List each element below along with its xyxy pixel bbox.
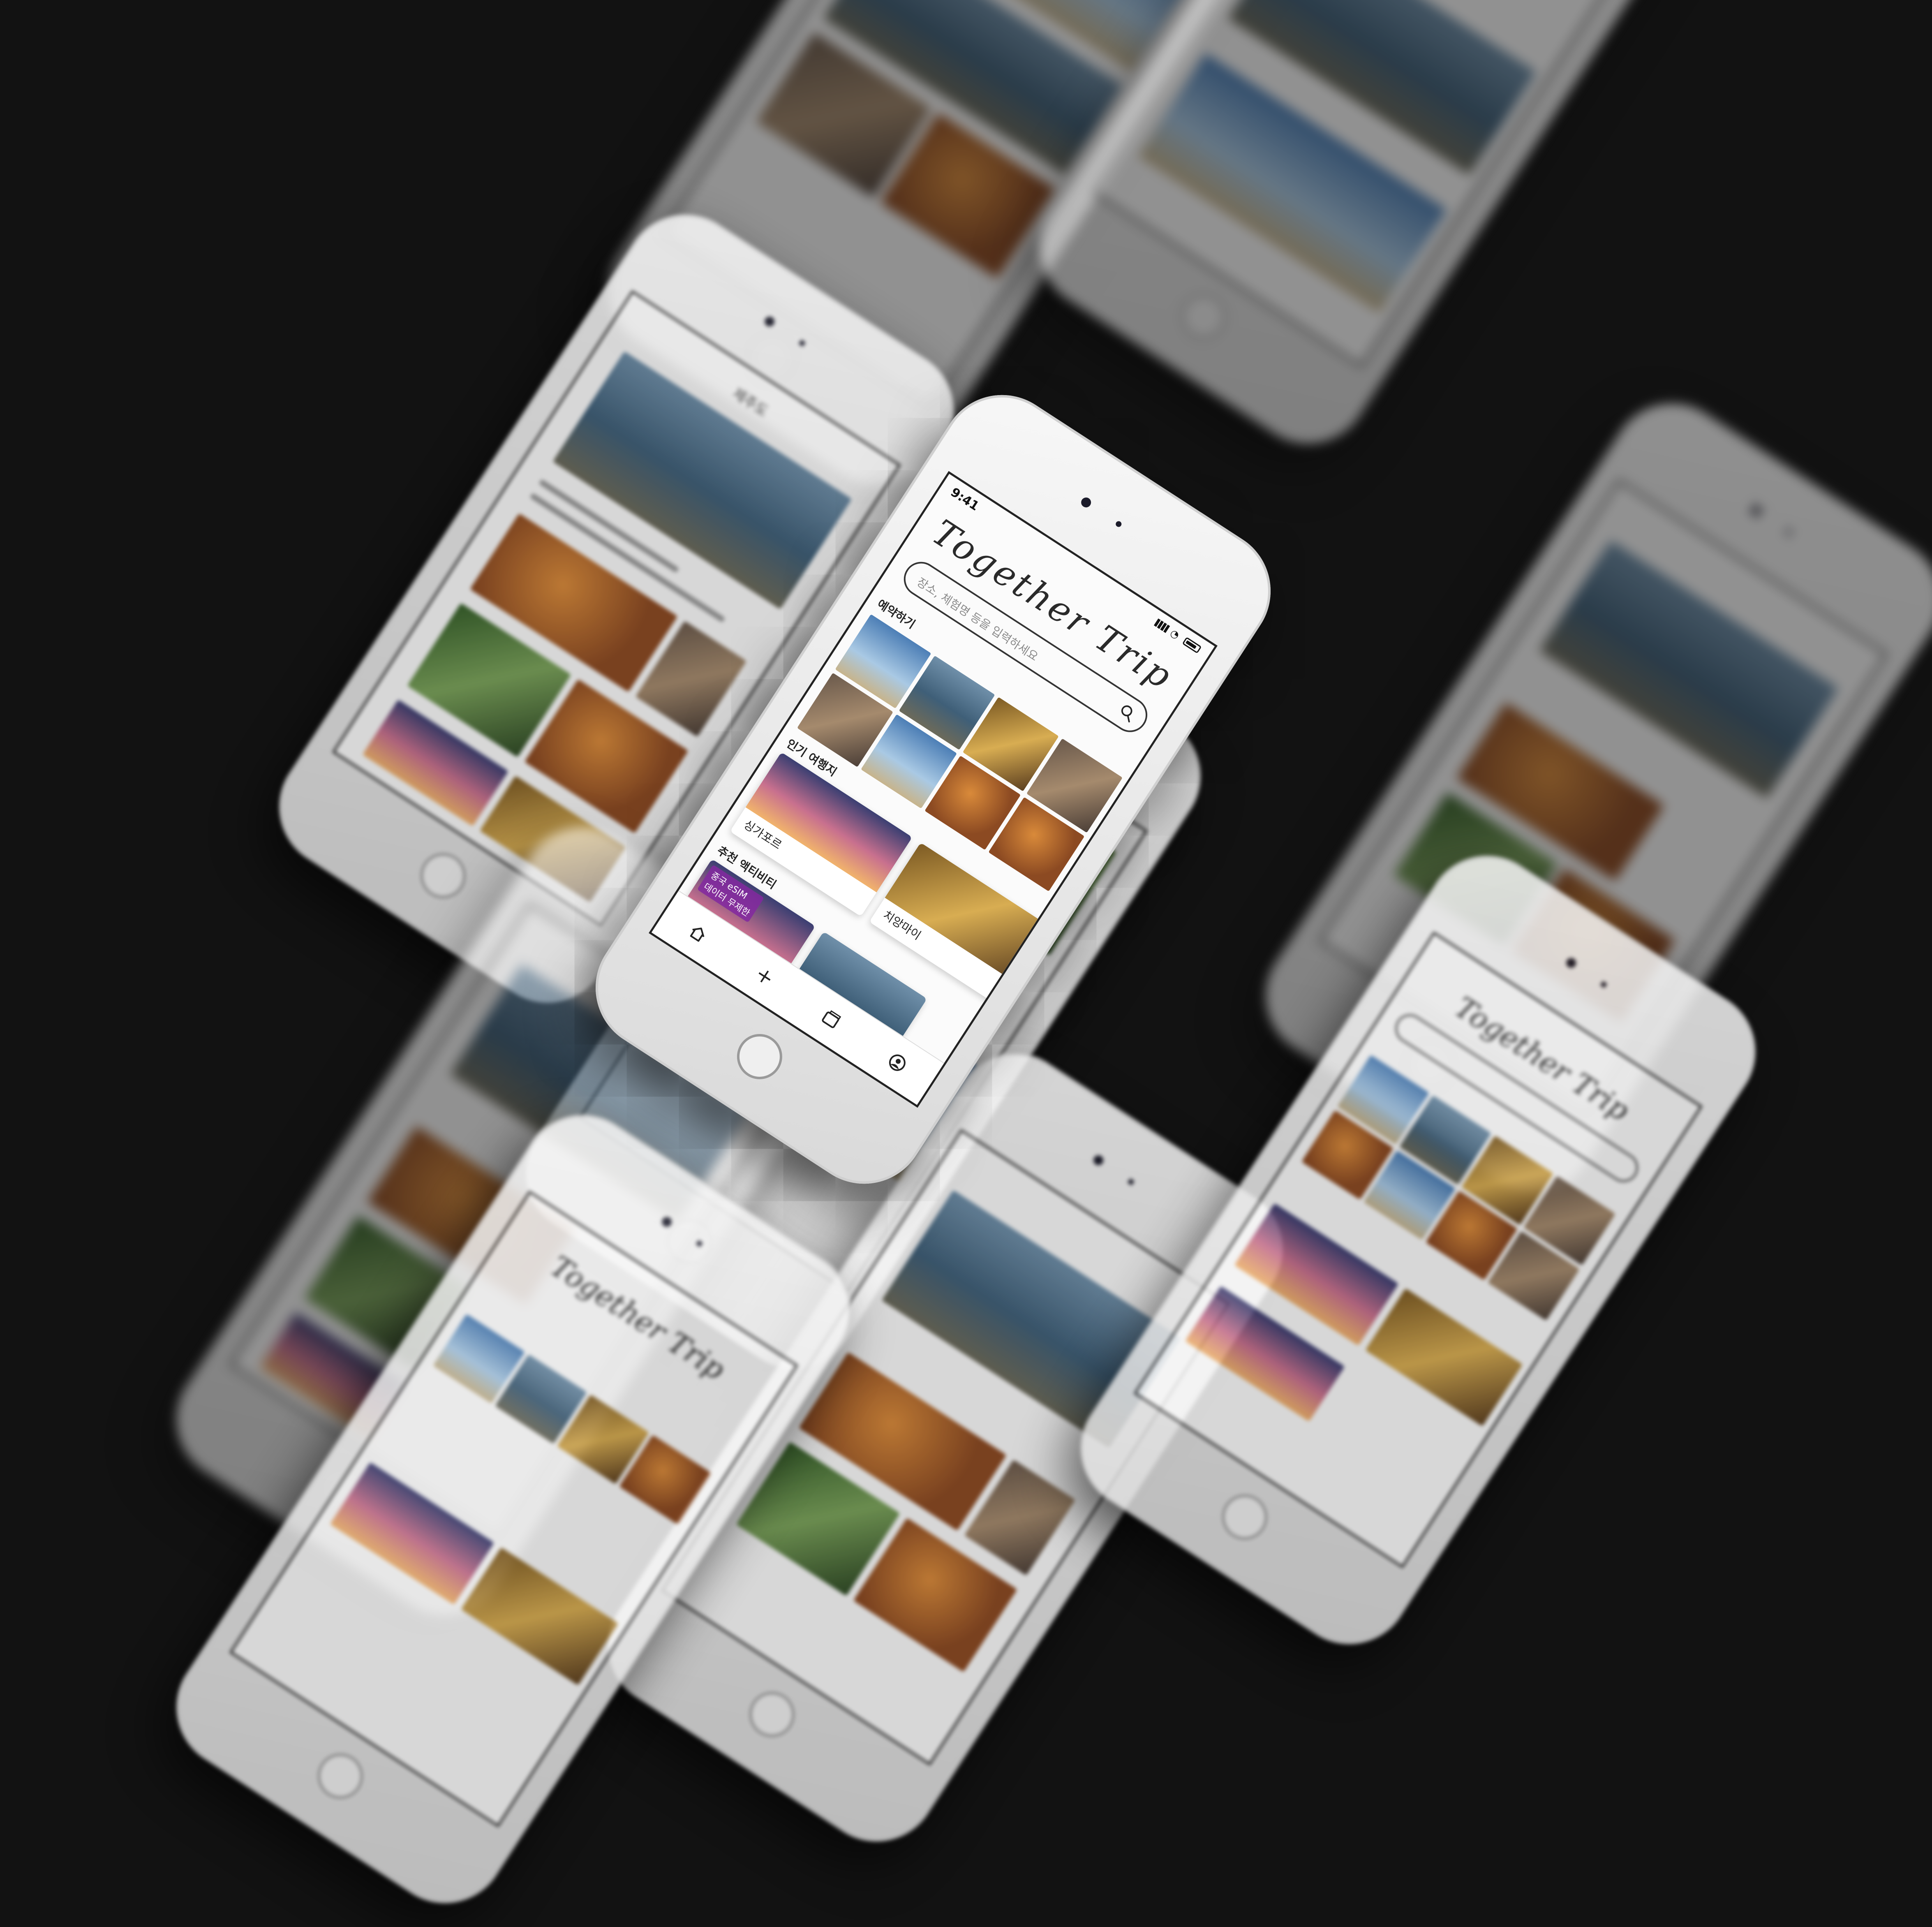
profile-icon	[889, 1054, 906, 1071]
wifi-icon: ◔	[1168, 627, 1182, 641]
front-camera	[1079, 495, 1093, 509]
tab-profile[interactable]	[880, 1046, 914, 1080]
status-time: 9:41	[948, 485, 982, 514]
search-icon[interactable]	[1116, 702, 1138, 724]
gallery-icon	[822, 1010, 841, 1028]
tab-add[interactable]	[747, 959, 781, 993]
battery-icon	[1182, 636, 1202, 654]
signal-icon	[1153, 618, 1170, 633]
earpiece	[1114, 520, 1123, 528]
tab-home[interactable]	[681, 916, 715, 951]
plus-icon	[758, 970, 771, 983]
background-phone-screen	[1093, 0, 1662, 368]
tab-gallery[interactable]	[814, 1002, 848, 1036]
home-button[interactable]	[728, 1025, 791, 1088]
home-icon	[690, 928, 705, 942]
background-phone-screen: Together Trip	[1134, 931, 1703, 1568]
status-icons: ◔	[1153, 618, 1202, 654]
